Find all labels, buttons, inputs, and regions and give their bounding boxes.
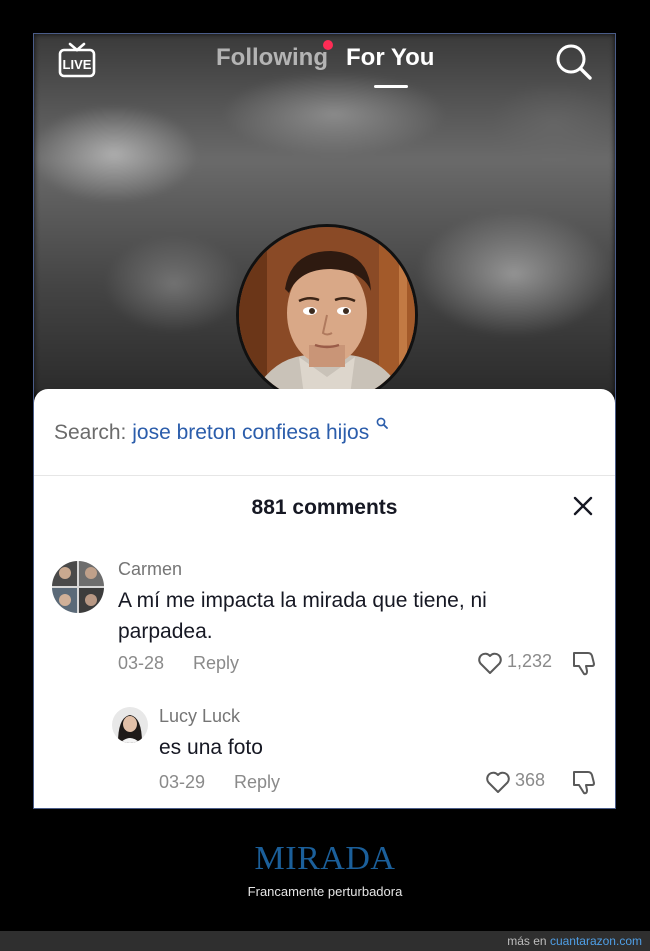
live-tv-icon[interactable]: LIVE [58, 42, 96, 78]
comments-sheet: Search: jose breton confiesa hijos 881 c… [34, 389, 615, 808]
caption-subtitle: Francamente perturbadora [247, 884, 403, 899]
dislike-icon[interactable] [570, 768, 598, 796]
avatar[interactable] [112, 707, 148, 743]
avatar-image [112, 707, 148, 743]
comment-date: 03-29 [159, 772, 206, 792]
avatar-collage-image [52, 561, 104, 613]
tab-for-you[interactable]: For You [346, 44, 434, 72]
search-query[interactable]: jose breton confiesa hijos [132, 421, 369, 444]
search-label: Search: [54, 421, 127, 444]
top-navigation: LIVE Following For You [34, 34, 615, 104]
like-count: 368 [515, 770, 546, 790]
footer-text: más en cuantarazon.com [507, 934, 642, 948]
active-tab-indicator [374, 85, 408, 88]
comment-author[interactable]: Carmen [118, 559, 182, 580]
app-screenshot-frame: LIVE Following For You Search: jose bret… [33, 33, 616, 809]
avatar[interactable] [52, 561, 104, 613]
comment-date: 03-28 [118, 653, 165, 673]
reply-button[interactable]: Reply [193, 653, 239, 674]
live-label: LIVE [63, 57, 92, 72]
heart-icon[interactable] [485, 770, 511, 794]
comment-count: 881 comments [251, 496, 398, 519]
person-portrait-image [239, 227, 415, 403]
like-count: 1,232 [507, 651, 553, 671]
tab-following[interactable]: Following [216, 44, 328, 72]
footer-prefix: más en [507, 934, 547, 948]
close-icon[interactable] [572, 495, 594, 517]
dislike-icon[interactable] [570, 649, 598, 677]
search-small-icon [376, 417, 388, 429]
footer-link[interactable]: cuantarazon.com [550, 934, 642, 948]
notification-dot [323, 40, 333, 50]
comment-text: es una foto [159, 736, 263, 759]
search-icon[interactable] [554, 42, 594, 82]
caption-title: MIRADA [254, 840, 396, 877]
reply-button[interactable]: Reply [234, 772, 280, 793]
comment-text: A mí me impacta la mirada que tiene, ni … [118, 589, 487, 643]
search-suggestion[interactable]: Search: jose breton confiesa hijos [54, 417, 388, 445]
profile-photo[interactable] [236, 224, 418, 406]
divider [34, 475, 615, 476]
heart-icon[interactable] [477, 651, 503, 675]
comment-author[interactable]: Lucy Luck [159, 706, 240, 727]
footer-bar: más en cuantarazon.com [0, 931, 650, 951]
